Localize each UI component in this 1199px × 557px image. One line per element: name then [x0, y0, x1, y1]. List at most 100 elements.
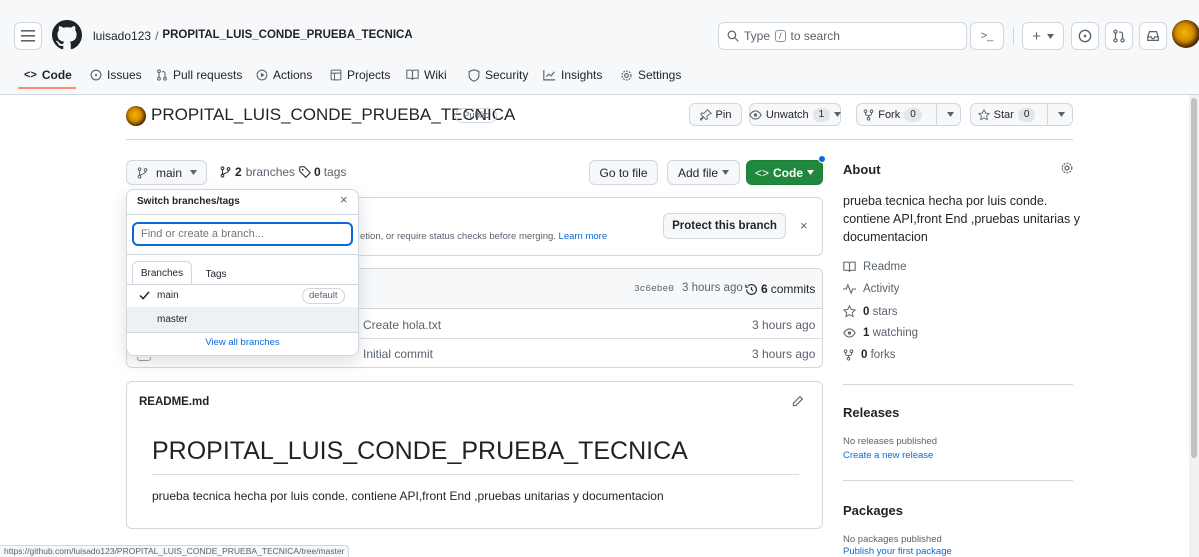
stars-link[interactable]: 0 stars — [843, 305, 898, 318]
github-logo-icon[interactable] — [52, 20, 82, 50]
star-icon — [843, 305, 856, 318]
git-branch-icon — [137, 166, 148, 179]
about-title: About — [843, 162, 881, 177]
code-icon: <> — [754, 165, 769, 180]
tab-settings[interactable]: Settings — [620, 64, 681, 86]
readme-filename[interactable]: README.md — [139, 396, 209, 408]
view-all-branches-link[interactable]: View all branches — [127, 337, 358, 348]
sidebar-divider — [843, 480, 1073, 481]
gear-icon[interactable] — [1060, 161, 1074, 175]
unwatch-label: Unwatch — [765, 108, 809, 121]
menu-button[interactable] — [14, 22, 42, 50]
search-suffix: to search — [790, 29, 840, 43]
create-release-label: Create a new release — [843, 450, 934, 461]
branch-select-button[interactable]: main — [126, 160, 207, 185]
repo-owner-link[interactable]: luisado123 — [93, 29, 151, 43]
tags-link[interactable]: 0 tags — [299, 165, 346, 179]
dismiss-banner-icon[interactable]: × — [800, 218, 808, 233]
heading-divider — [152, 474, 799, 475]
tab-wiki[interactable]: Wiki — [406, 64, 447, 86]
readme-link[interactable]: Readme — [843, 261, 906, 273]
commit-sha[interactable]: 3c6ebe0 — [634, 283, 674, 294]
releases-title[interactable]: Releases — [843, 405, 899, 420]
file-commit-message[interactable]: Create hola.txt — [363, 318, 441, 332]
user-avatar[interactable] — [1172, 20, 1199, 48]
code-button[interactable]: <> Code — [746, 160, 823, 185]
pin-button[interactable]: Pin — [689, 103, 742, 126]
tab-security[interactable]: Security — [468, 64, 528, 86]
scrollbar-thumb[interactable] — [1191, 98, 1197, 458]
tab-branches[interactable]: Branches — [132, 261, 192, 285]
repo-name-link[interactable]: PROPITAL_LUIS_CONDE_PRUEBA_TECNICA — [162, 29, 412, 43]
search-prefix: Type — [744, 29, 771, 43]
forks-link[interactable]: 0 forks — [843, 349, 896, 361]
fork-icon — [843, 349, 854, 361]
branch-item-name: master — [157, 314, 188, 325]
no-releases-text: No releases published — [843, 436, 938, 447]
go-to-file-button[interactable]: Go to file — [589, 160, 658, 185]
unwatch-count: 1 — [812, 107, 831, 122]
go-to-file-label: Go to file — [599, 165, 648, 180]
protect-text: etion, or require status checks before m… — [360, 231, 556, 242]
file-commit-message[interactable]: Initial commit — [363, 347, 433, 361]
stars-count: 0 — [863, 305, 870, 318]
issue-opened-icon — [1078, 29, 1092, 43]
branch-filter-input[interactable] — [132, 222, 353, 246]
pull-request-icon — [156, 69, 168, 81]
tab-tags[interactable]: Tags — [196, 265, 236, 283]
packages-title[interactable]: Packages — [843, 503, 903, 518]
file-commit-time: 3 hours ago — [752, 347, 816, 361]
issue-icon — [90, 69, 102, 81]
forks-label: forks — [870, 349, 896, 361]
pin-label: Pin — [715, 108, 732, 121]
protect-branch-button[interactable]: Protect this branch — [663, 213, 786, 239]
gear-icon — [620, 69, 633, 82]
repo-owner-avatar[interactable] — [126, 106, 146, 126]
tab-issues[interactable]: Issues — [90, 64, 142, 86]
tab-projects[interactable]: Projects — [330, 64, 390, 86]
command-palette-button[interactable]: >_ — [970, 22, 1004, 50]
inbox-button[interactable] — [1139, 22, 1167, 50]
view-all-branches-label: View all branches — [205, 337, 280, 348]
commits-link[interactable]: 6 commits — [745, 282, 815, 296]
search-icon — [727, 30, 739, 42]
unwatch-button[interactable]: Unwatch 1 — [749, 103, 842, 126]
activity-link[interactable]: Activity — [843, 283, 899, 295]
stars-label: stars — [872, 305, 898, 318]
pull-requests-button[interactable] — [1105, 22, 1133, 50]
eye-icon — [749, 109, 762, 120]
tab-pull-requests[interactable]: Pull requests — [156, 64, 242, 86]
search-input[interactable]: Type / to search — [718, 22, 967, 50]
add-file-button[interactable]: Add file — [667, 160, 740, 185]
learn-more-link[interactable]: Learn more — [559, 231, 608, 242]
about-description: prueba tecnica hecha por luis conde. con… — [843, 194, 1080, 244]
issues-button[interactable] — [1071, 22, 1099, 50]
play-icon — [256, 69, 268, 81]
path-separator: / — [155, 29, 159, 43]
visibility-badge: Public — [455, 108, 497, 123]
create-release-link[interactable]: Create a new release — [843, 450, 933, 461]
watching-link[interactable]: 1 watching — [843, 327, 918, 339]
branch-item-main[interactable]: main default — [127, 285, 358, 306]
fork-button[interactable]: Fork 0 — [856, 103, 961, 126]
watching-label: watching — [872, 327, 918, 339]
branch-item-name: main — [157, 290, 179, 301]
activity-link-label: Activity — [863, 283, 900, 295]
eye-icon — [843, 328, 856, 338]
plus-icon: + — [1032, 27, 1041, 45]
branches-label: branches — [245, 165, 296, 179]
add-file-label: Add file — [677, 165, 719, 180]
dropdown-divider — [127, 254, 358, 255]
tab-actions[interactable]: Actions — [256, 64, 312, 86]
create-new-button[interactable]: + — [1022, 22, 1064, 50]
tab-tags-label: Tags — [205, 268, 227, 280]
branches-link[interactable]: 2 branches — [220, 165, 295, 179]
publish-package-link[interactable]: Publish your first package — [843, 546, 952, 557]
tab-code-label: Code — [41, 68, 72, 82]
pencil-icon[interactable] — [791, 395, 804, 408]
tab-code[interactable]: <> Code — [24, 64, 72, 86]
star-button[interactable]: Star 0 — [970, 103, 1073, 126]
tab-insights[interactable]: Insights — [543, 64, 602, 86]
branch-item-master[interactable]: master — [127, 307, 358, 332]
close-icon[interactable]: × — [340, 192, 348, 207]
